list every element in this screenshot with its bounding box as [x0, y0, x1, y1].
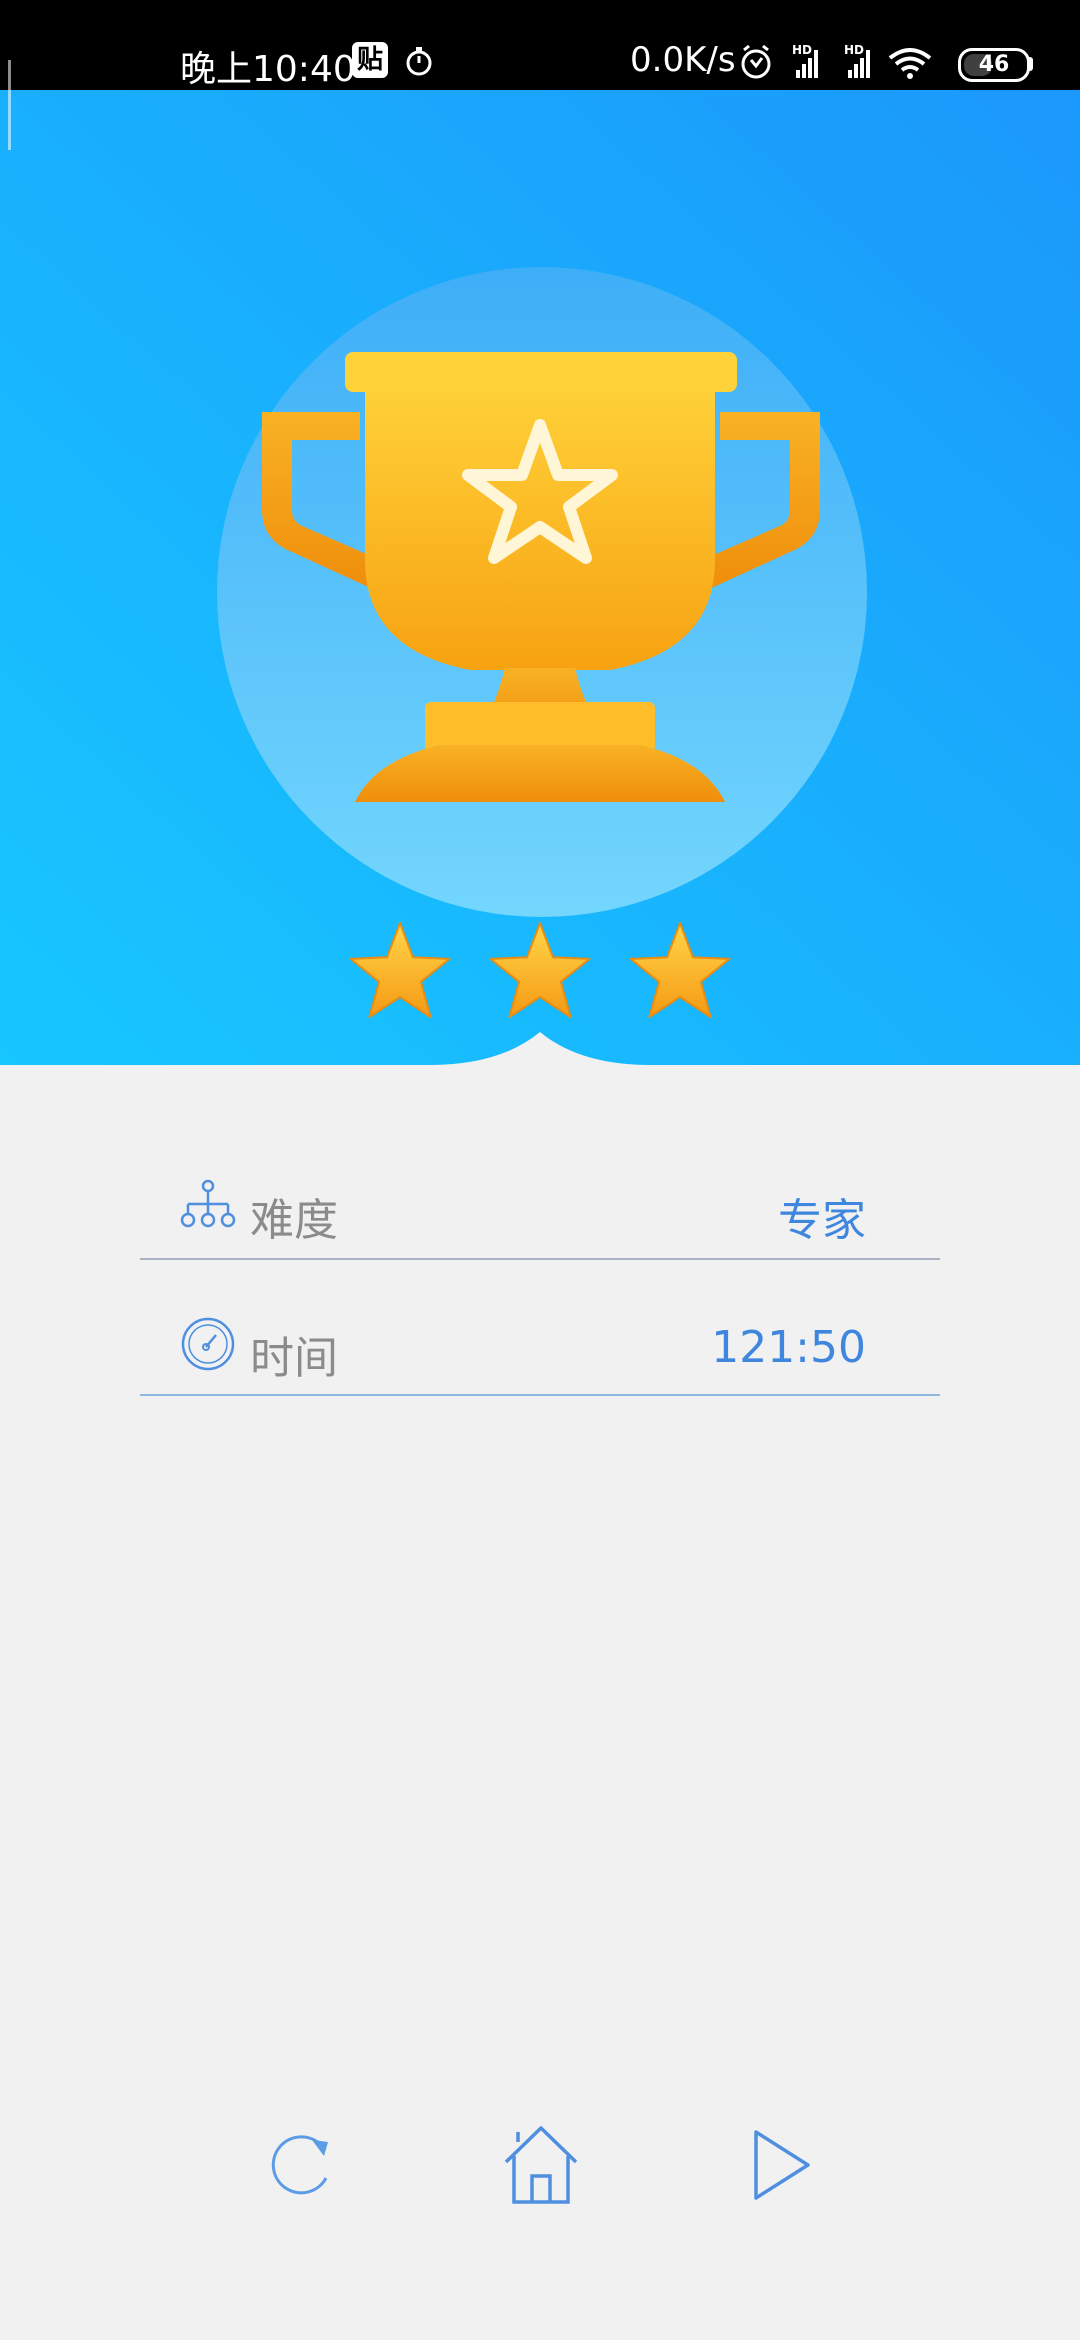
sticker-app-icon: 贴 — [352, 42, 388, 78]
hierarchy-icon — [180, 1179, 236, 1228]
time-label: 时间 — [250, 1333, 338, 1384]
status-time: 晚上10:40 — [180, 49, 356, 90]
edge-handle — [8, 60, 11, 150]
home-button[interactable] — [496, 2120, 586, 2210]
time-value: 121:50 — [711, 1322, 866, 1373]
result-header — [0, 90, 1080, 1065]
bottom-controls — [0, 2120, 1080, 2210]
status-bar: 晚上10:40 贴 0.0K/s HD HD 46 — [0, 0, 1080, 90]
speedometer-icon — [181, 1317, 235, 1371]
restart-button[interactable] — [256, 2120, 346, 2210]
svg-text:HD: HD — [844, 44, 864, 57]
time-row: 时间 121:50 — [140, 1296, 940, 1396]
next-button[interactable] — [736, 2120, 826, 2210]
network-speed: 0.0K/s — [630, 40, 736, 80]
status-icons: HD HD — [741, 44, 932, 79]
signal-icon-1: HD — [792, 44, 818, 78]
battery-indicator: 46 — [958, 48, 1030, 82]
wifi-icon — [888, 48, 932, 79]
home-icon — [504, 2126, 578, 2204]
battery-level: 46 — [978, 52, 1010, 77]
difficulty-label: 难度 — [250, 1195, 338, 1246]
svg-text:HD: HD — [792, 44, 812, 57]
difficulty-value: 专家 — [778, 1195, 866, 1246]
restart-icon — [271, 2135, 328, 2195]
stopwatch-icon — [406, 47, 432, 76]
difficulty-row: 难度 专家 — [140, 1158, 940, 1260]
battery-tip — [1028, 57, 1033, 71]
alarm-icon — [741, 44, 771, 79]
play-icon — [754, 2130, 810, 2200]
signal-icon-2: HD — [844, 44, 870, 78]
